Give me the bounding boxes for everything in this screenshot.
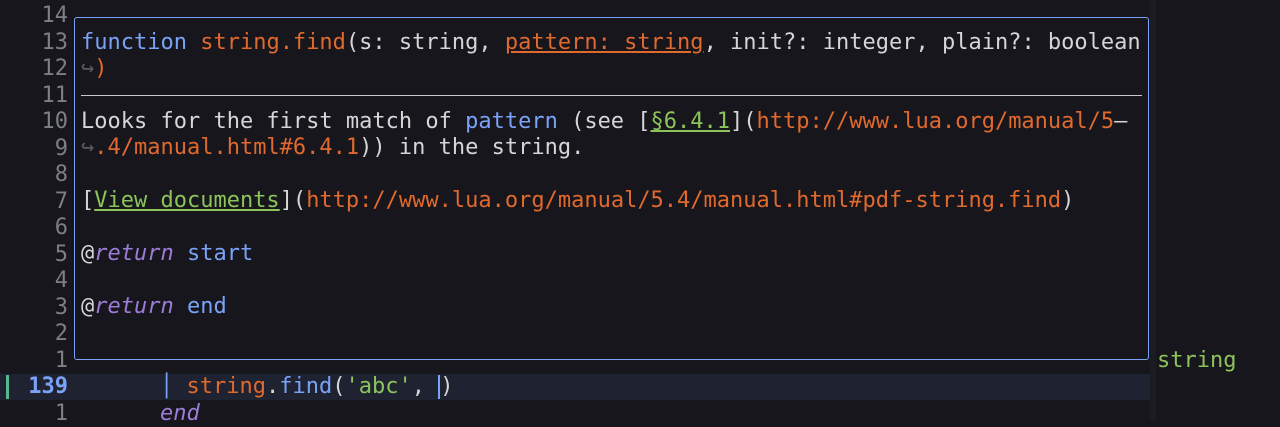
manual-url-cont[interactable]: .4/manual.html#6.4.1 (94, 135, 359, 160)
bracket: [ (81, 188, 95, 213)
description-text: Looks for the first match of (81, 109, 466, 134)
view-documents-link[interactable]: View documents (94, 188, 279, 213)
description-text: (see [ (557, 109, 651, 134)
bracket: ]( (279, 188, 307, 213)
code-line[interactable]: end (160, 401, 1280, 427)
manual-url[interactable]: http://www.lua.org/manual/5 (757, 109, 1115, 134)
line-number: 12 (41, 56, 69, 81)
bracket: ) (1061, 188, 1075, 213)
dot: . (265, 374, 280, 399)
line-number: 8 (54, 162, 68, 187)
string-literal: 'abc' (345, 374, 412, 399)
paren: ( (332, 374, 346, 399)
line-number: 4 (54, 268, 68, 293)
return-end-line: @return end (81, 294, 227, 320)
type-hint: string (1157, 348, 1237, 373)
line-number: 7 (54, 189, 68, 214)
wrap-icon: ↪ (81, 135, 95, 160)
line-number: 5 (54, 242, 68, 267)
scrollbar[interactable] (1150, 0, 1156, 421)
line-number: 1 (54, 401, 68, 426)
signature-close: ) (94, 56, 108, 81)
pattern-ref: pattern (465, 109, 558, 134)
documents-url[interactable]: http://www.lua.org/manual/5.4/manual.htm… (306, 188, 1061, 213)
signature-line: function string.find(s: string, pattern:… (81, 30, 1141, 56)
end-keyword: end (160, 401, 200, 426)
active-parameter: pattern: string (504, 30, 704, 55)
signature-rest: , init?: integer, plain?: boolean (703, 30, 1141, 55)
line-number: 11 (41, 83, 69, 108)
line-number: 14 (41, 3, 69, 28)
signature-wrap-line: ↪) (81, 56, 108, 82)
wrap-icon: ↪ (81, 56, 95, 81)
module-name: string (186, 374, 266, 399)
line-number: 1 (54, 348, 68, 373)
comma: , (411, 374, 439, 399)
doc-link-line: [View documents](http://www.lua.org/manu… (81, 188, 1074, 214)
method-name: find (279, 374, 333, 399)
return-name: end (186, 294, 227, 319)
paren: ) (440, 374, 454, 399)
hover-doc-popup[interactable]: function string.find(s: string, pattern:… (74, 17, 1149, 360)
return-tag: return (94, 241, 174, 266)
line-number: 9 (54, 136, 68, 161)
line-number: 13 (41, 30, 69, 55)
at-sign: @ (81, 294, 95, 319)
signature-open: (s: string, (345, 30, 505, 55)
return-start-line: @return start (81, 241, 253, 267)
description-wrap-line: ↪.4/manual.html#6.4.1)) in the string. (81, 135, 584, 161)
line-number: 3 (54, 295, 68, 320)
current-line-number: 139 (28, 374, 68, 399)
section-link[interactable]: §6.4.1 (651, 109, 730, 134)
line-number: 10 (41, 109, 69, 134)
line-number: 6 (54, 215, 68, 240)
description-text: )) in the string. (359, 135, 585, 160)
separator (81, 95, 1142, 96)
function-keyword: function (81, 30, 187, 55)
function-name: string.find (200, 30, 346, 55)
line-number: 2 (54, 321, 68, 346)
description-line: Looks for the first match of pattern (se… (81, 109, 1127, 135)
indent-guide: │ (160, 374, 174, 399)
current-code-line[interactable]: │ string.find('abc', ) (160, 374, 1280, 400)
continuation-marker: — (1114, 109, 1128, 134)
description-text: ]( (730, 109, 757, 134)
at-sign: @ (81, 241, 95, 266)
return-tag: return (94, 294, 174, 319)
return-name: start (186, 241, 254, 266)
